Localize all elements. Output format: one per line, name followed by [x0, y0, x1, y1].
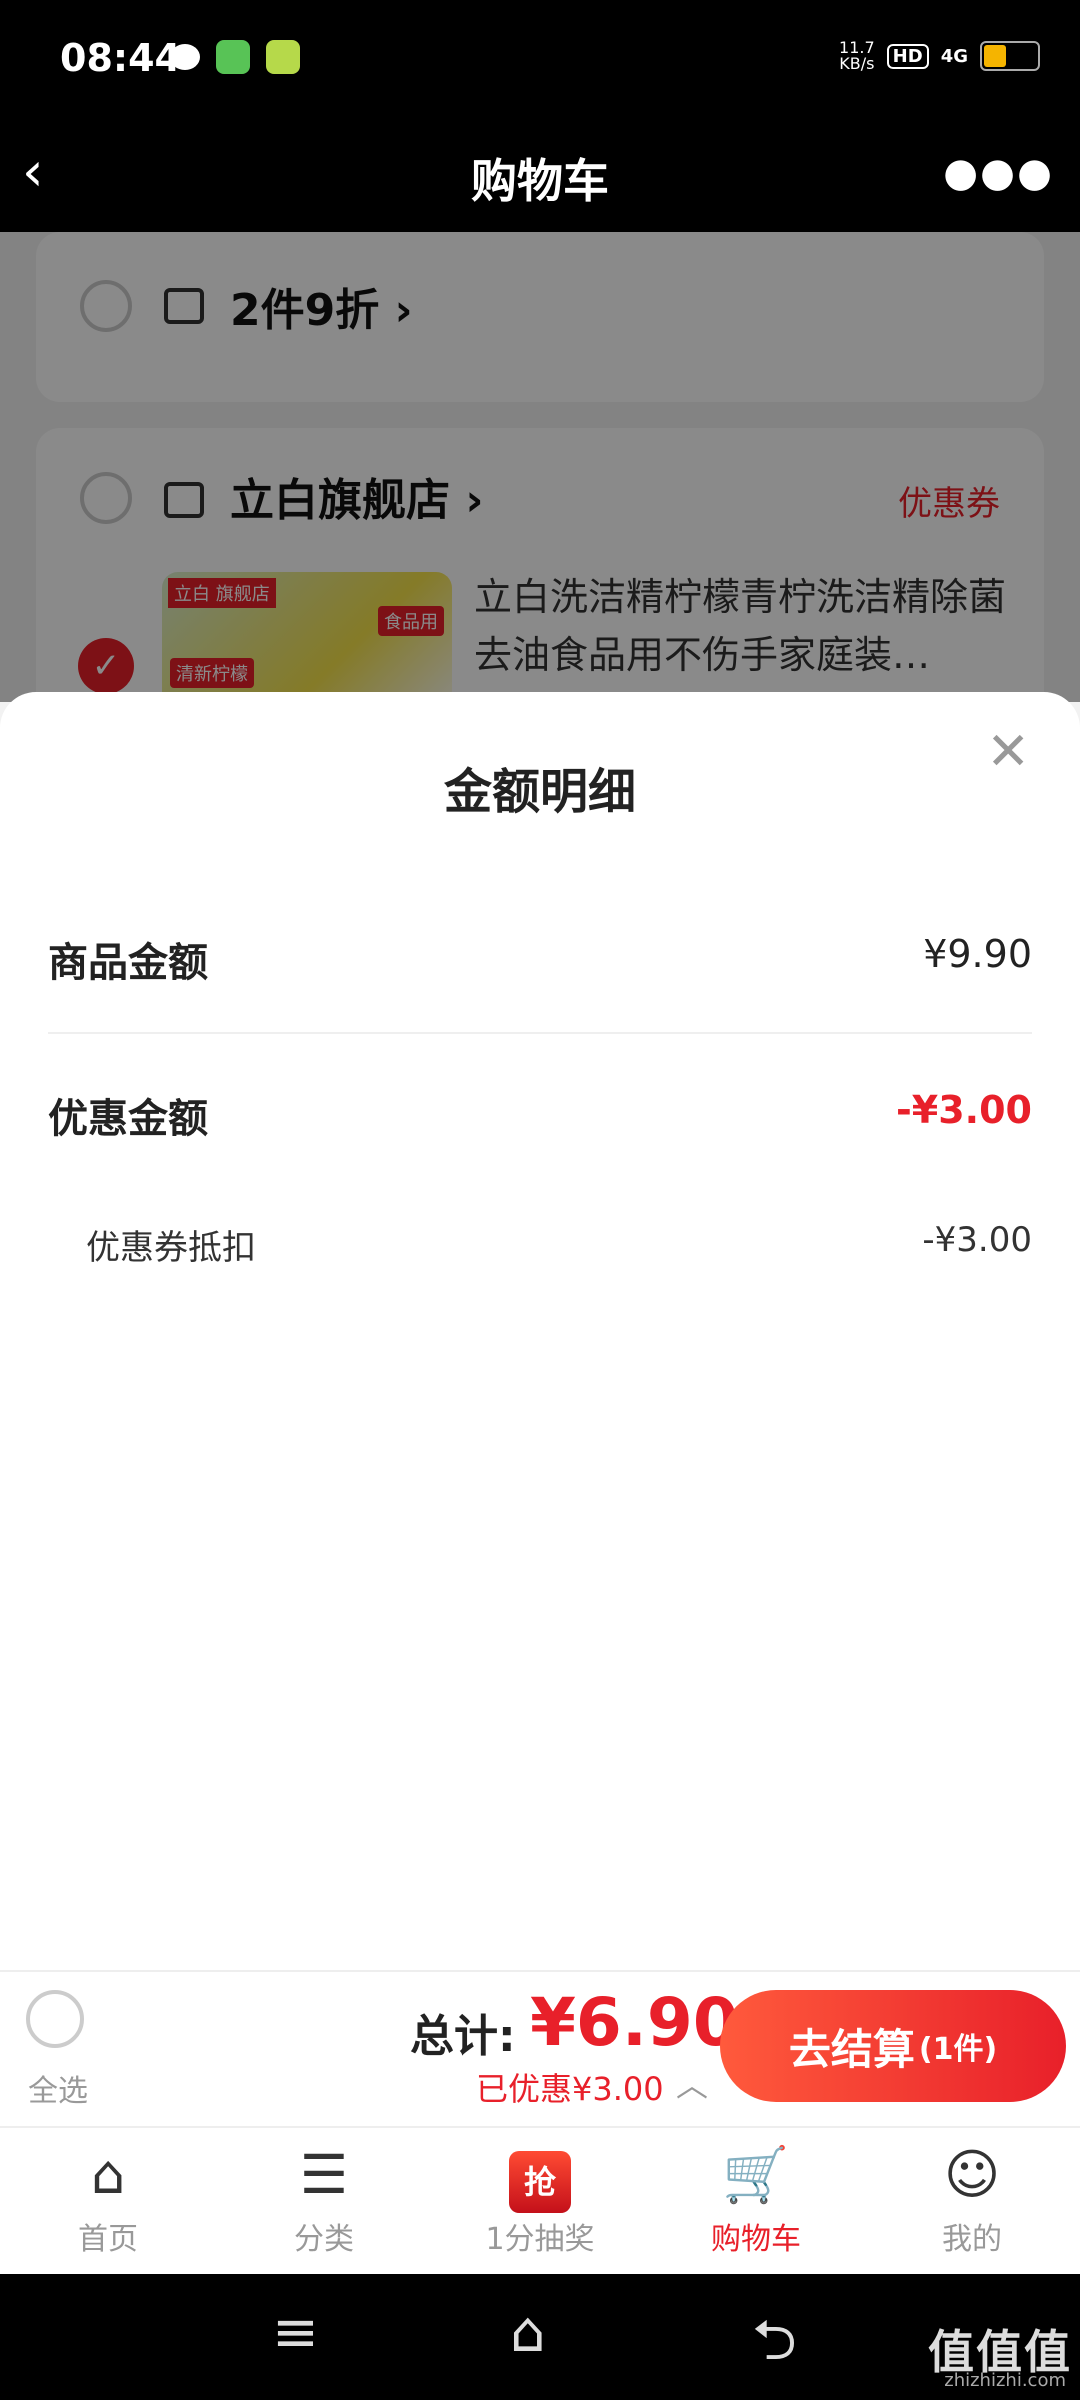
tab-mine[interactable]: ☺ 我的 — [902, 2140, 1042, 2258]
goods-amount-label: 商品金额 — [48, 940, 208, 986]
discount-amount-label: 优惠金额 — [48, 1096, 208, 1142]
checkout-button-label: 去结算 — [788, 2024, 915, 2074]
net-speed: 11.7 KB/s — [839, 38, 875, 73]
app-icon — [266, 40, 300, 74]
grab-icon-text: 抢 — [509, 2151, 571, 2213]
signal-icon: 4G — [940, 45, 968, 67]
hd-badge: HD — [886, 43, 929, 69]
tab-label: 1分抽奖 — [485, 2222, 595, 2257]
modal-overlay[interactable] — [0, 232, 1080, 702]
tab-label: 我的 — [942, 2222, 1002, 2257]
status-time: 08:44 — [60, 36, 181, 80]
menu-icon[interactable]: ≡ — [272, 2300, 319, 2365]
tab-label: 首页 — [78, 2222, 138, 2257]
total-label: 总计: — [410, 2011, 516, 2062]
total-value: ¥6.90 — [530, 1984, 739, 2061]
checkout-button-count: (1件) — [918, 2032, 998, 2067]
home-nav-icon[interactable]: ⌂ — [510, 2300, 546, 2365]
coupon-deduction-value: -¥3.00 — [922, 1220, 1032, 1260]
tab-label: 购物车 — [711, 2222, 801, 2257]
goods-amount-value: ¥9.90 — [923, 932, 1032, 976]
watermark-url: zhizhizhi.com — [944, 2370, 1066, 2391]
sheet-title: 金额明细 — [443, 764, 636, 820]
amount-detail-sheet — [0, 692, 1080, 1972]
checkout-button[interactable]: 去结算 (1件) — [720, 1990, 1066, 2102]
chat-bubble-icon — [170, 44, 200, 70]
tab-lottery[interactable]: 抢 1分抽奖 — [470, 2140, 610, 2258]
status-right: 11.7 KB/s HD 4G — [839, 40, 1040, 72]
cart-icon: 🛒 — [722, 2143, 790, 2206]
close-icon[interactable]: ✕ — [986, 722, 1030, 782]
category-search-icon: ☰ — [299, 2143, 349, 2206]
home-icon: ⌂ — [90, 2143, 126, 2206]
battery-icon — [980, 41, 1040, 71]
chevron-up-icon[interactable]: ︿ — [676, 2060, 708, 2106]
notification-icons — [170, 40, 300, 74]
coupon-deduction-label: 优惠券抵扣 — [86, 1228, 256, 1268]
select-all-label[interactable]: 全选 — [28, 2066, 88, 2110]
page-title: 购物车 — [471, 154, 609, 208]
tab-category[interactable]: ☰ 分类 — [254, 2140, 394, 2258]
app-icon — [216, 40, 250, 74]
back-nav-icon[interactable]: ⮌ — [752, 2300, 797, 2395]
tab-cart[interactable]: 🛒 购物车 — [686, 2140, 826, 2258]
select-all-radio[interactable] — [26, 1990, 84, 2048]
smile-icon: ☺ — [943, 2143, 1001, 2206]
tab-home[interactable]: ⌂ 首页 — [38, 2140, 178, 2258]
tab-label: 分类 — [294, 2222, 354, 2257]
divider — [48, 1032, 1032, 1034]
more-dots-icon[interactable]: ●●● — [943, 150, 1054, 196]
saved-amount[interactable]: 已优惠¥3.00 — [476, 2064, 664, 2110]
discount-amount-value: -¥3.00 — [896, 1088, 1032, 1132]
grab-icon: 抢 — [470, 2140, 610, 2213]
